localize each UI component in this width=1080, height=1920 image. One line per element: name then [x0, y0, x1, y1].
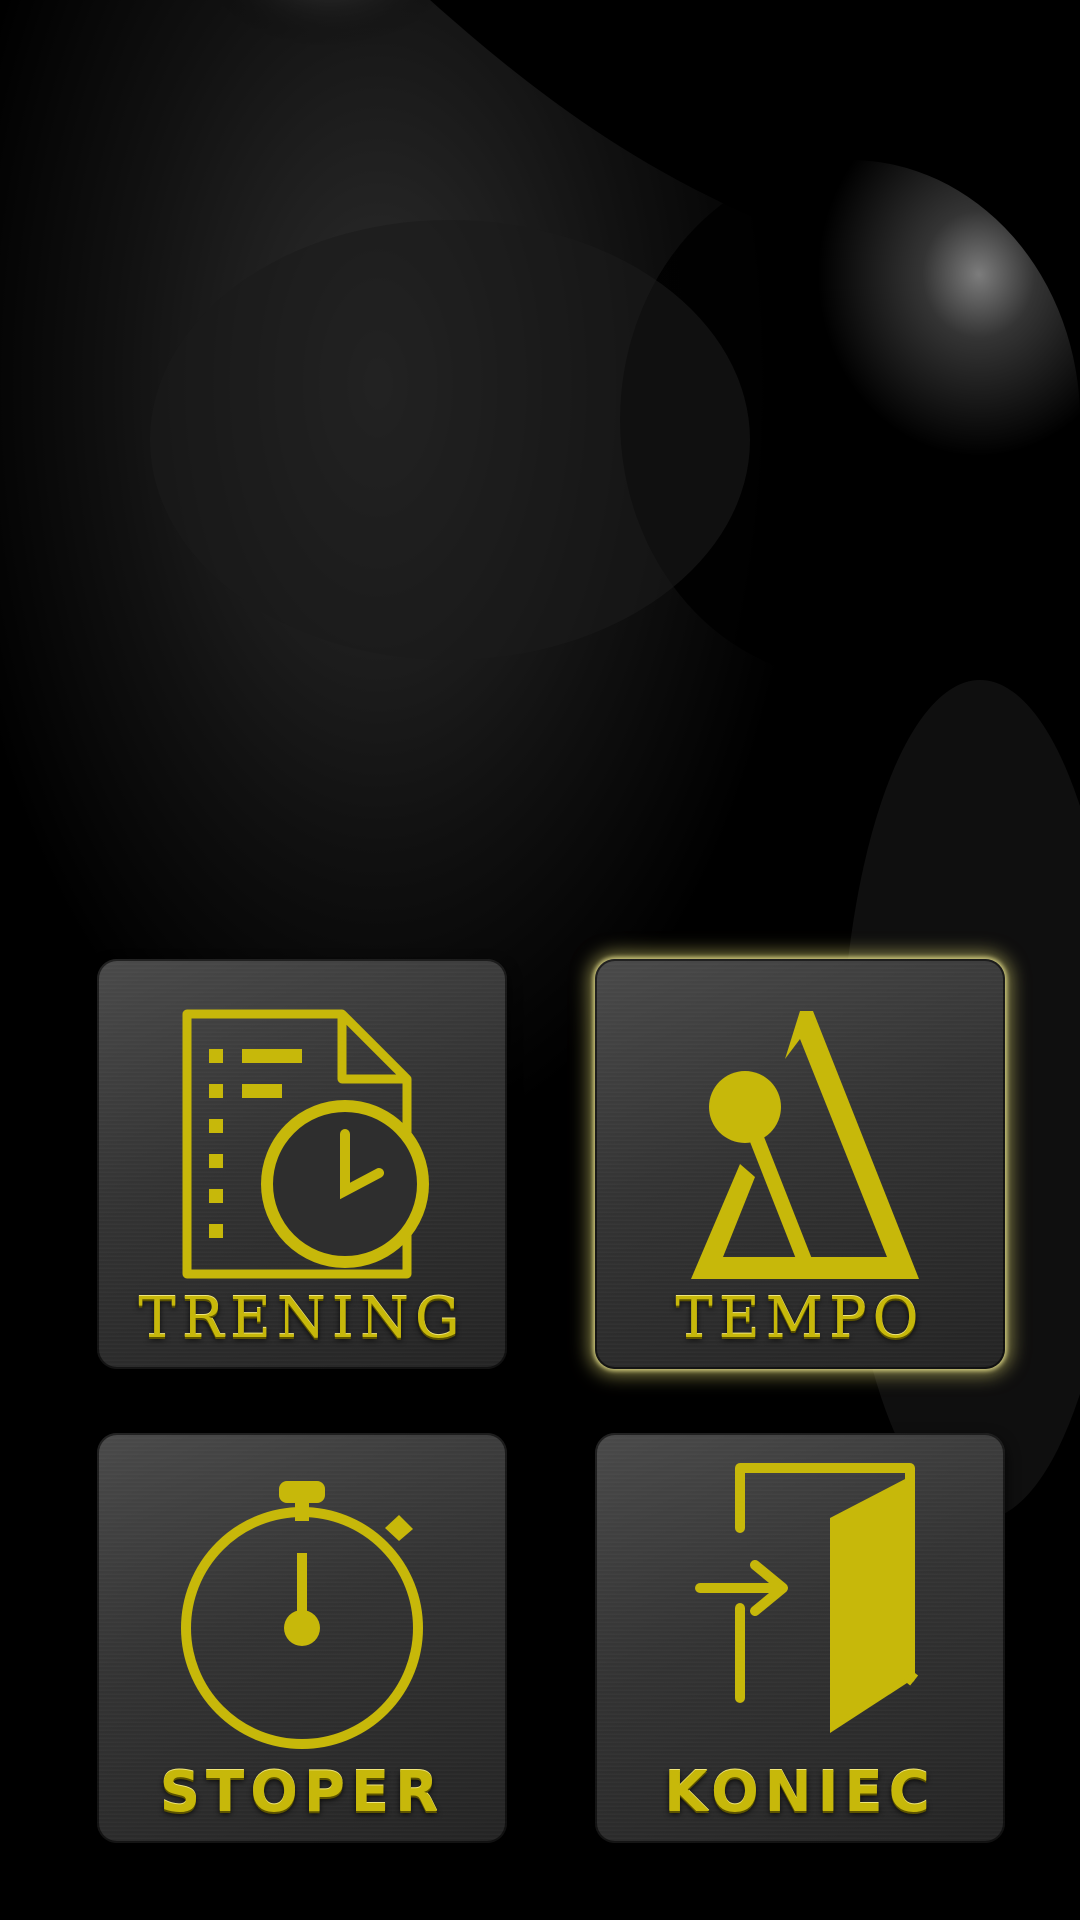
training-plan-icon [182, 1009, 429, 1279]
exit-door-icon [695, 1463, 919, 1733]
stopwatch-icon [181, 1481, 423, 1749]
tempo-button[interactable]: TEMPO [595, 959, 1005, 1369]
tempo-label: TEMPO [675, 1286, 925, 1351]
main-menu-screen: TRENING TEMPO STOPER KONIEC [0, 0, 1080, 1920]
koniec-button[interactable]: KONIEC [595, 1433, 1005, 1843]
trening-button[interactable]: TRENING [97, 959, 507, 1369]
metronome-icon [691, 1011, 919, 1279]
stoper-label: STOPER [159, 1760, 445, 1825]
stoper-button[interactable]: STOPER [97, 1433, 507, 1843]
koniec-label: KONIEC [664, 1760, 936, 1825]
trening-label: TRENING [138, 1286, 466, 1351]
